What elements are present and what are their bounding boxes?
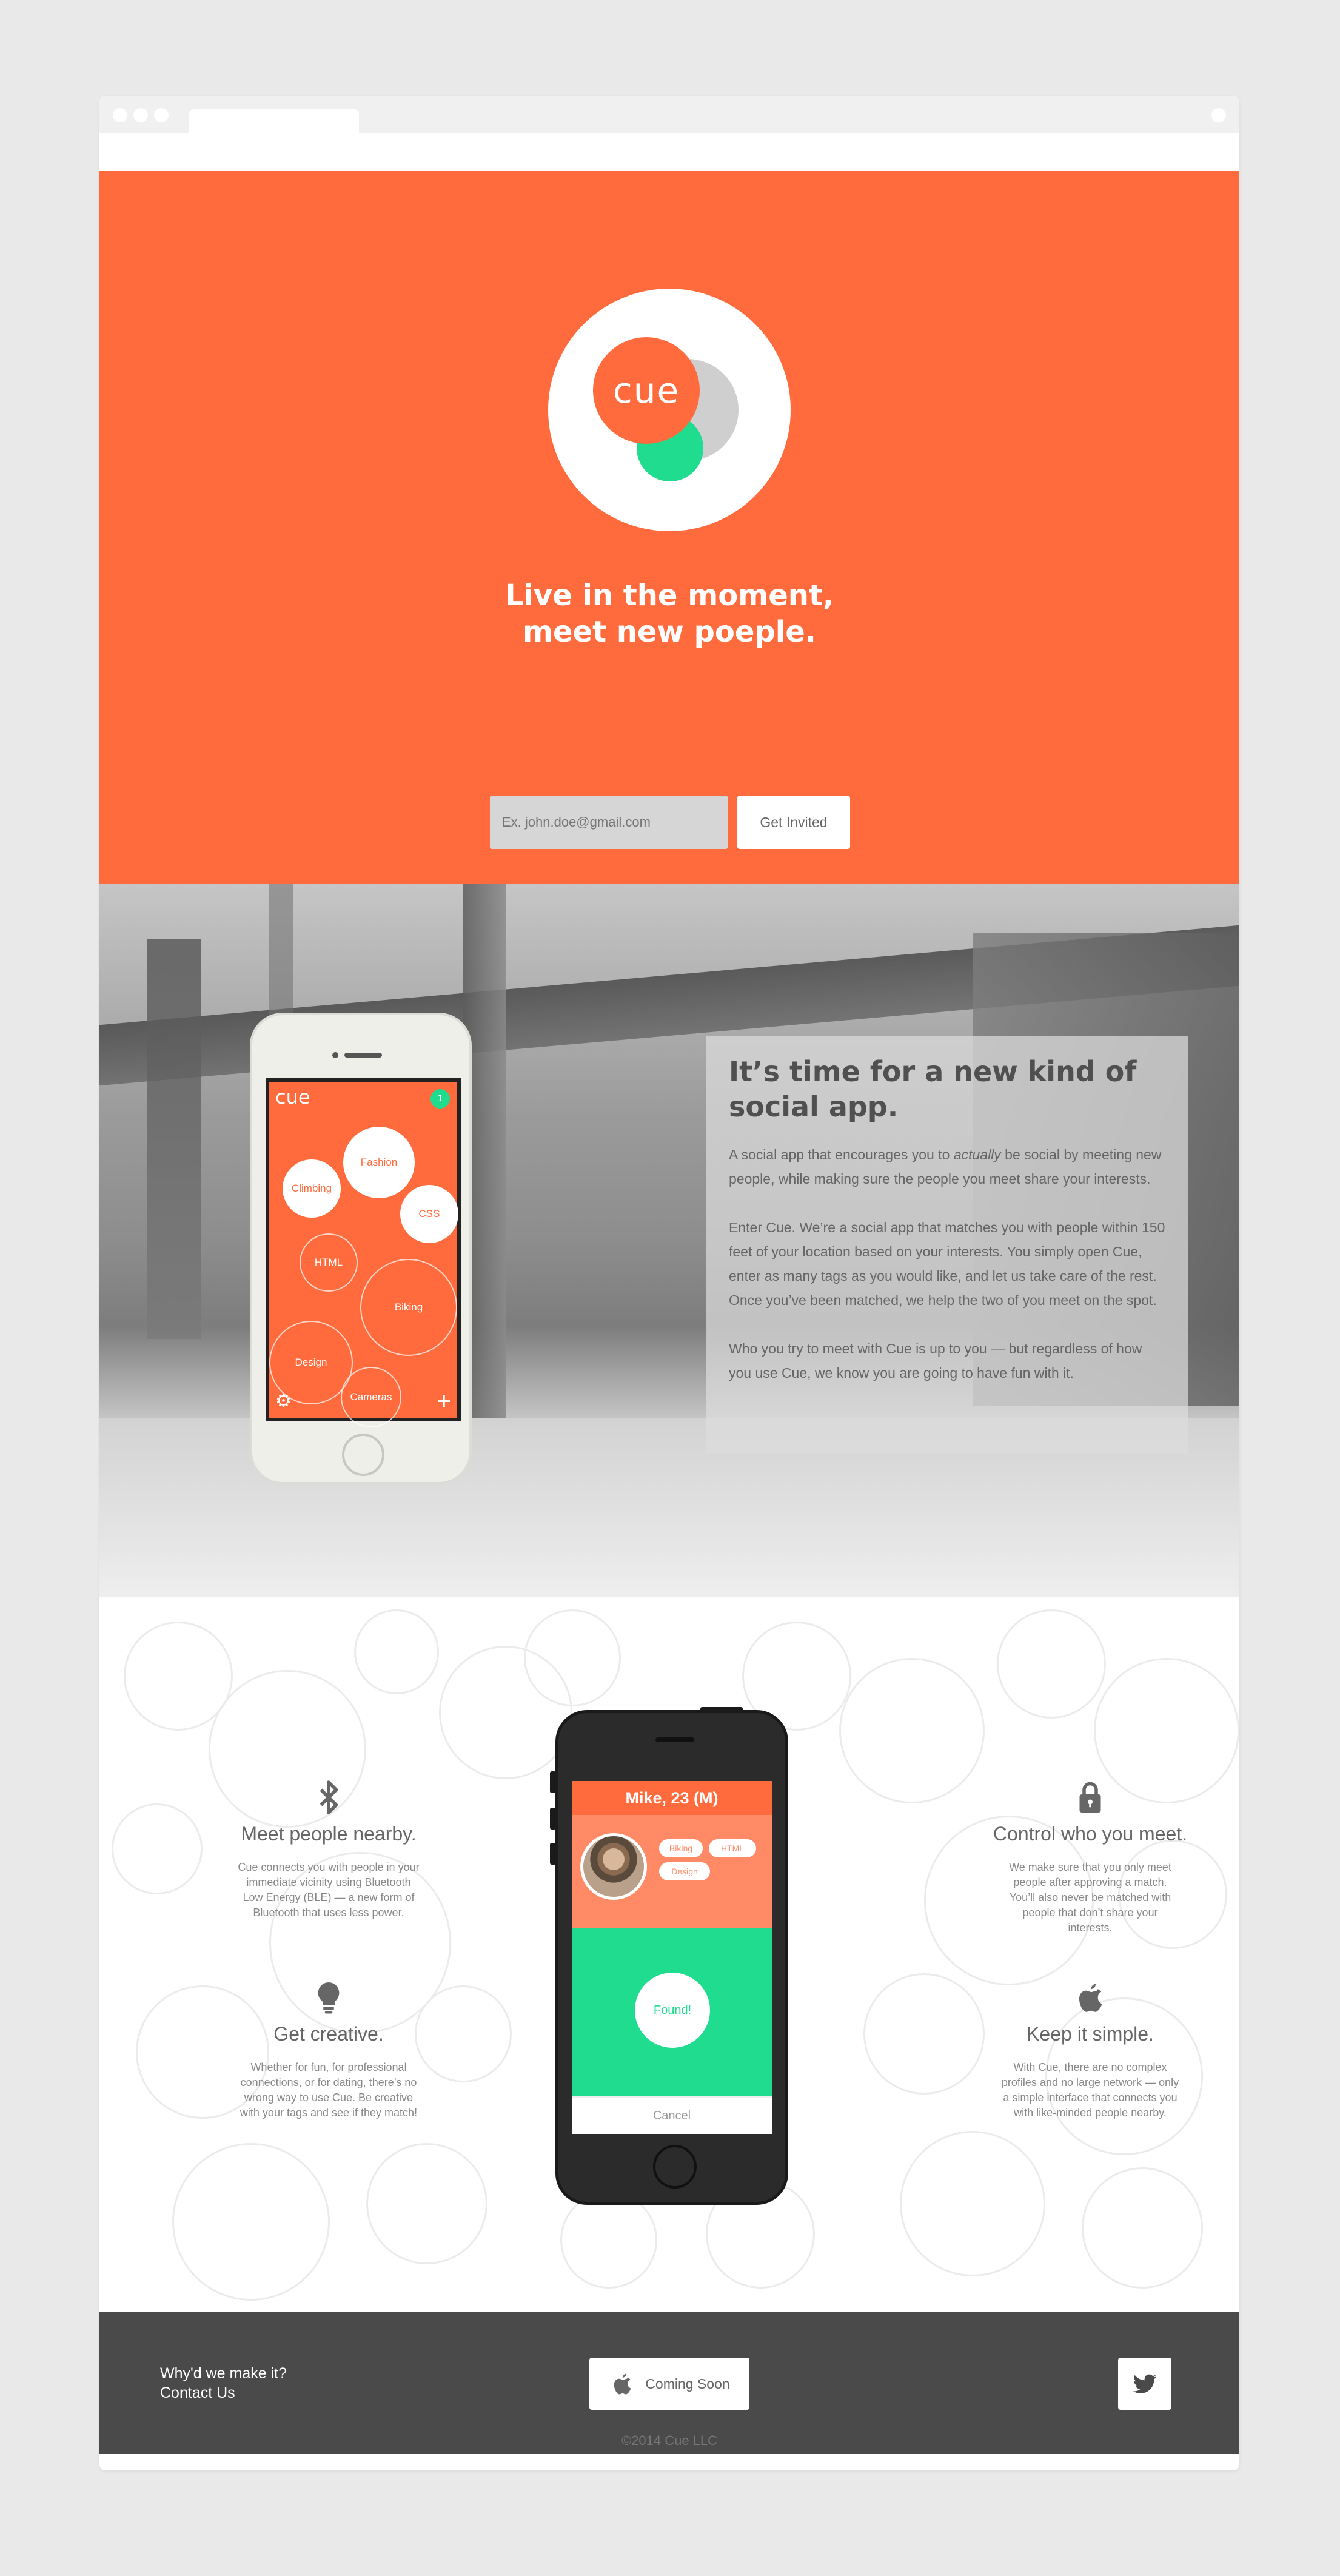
- coming-soon-label: Coming Soon: [645, 2375, 730, 2392]
- twitter-icon: [1133, 2374, 1157, 2393]
- feature-title: Control who you meet.: [993, 1823, 1188, 1845]
- about-paragraph-3: Who you try to meet with Cue is up to yo…: [729, 1341, 1142, 1381]
- avatar: [580, 1833, 647, 1900]
- phone-mockup-match: Mike, 23 (M) Biking HTML Design Found! C…: [550, 1707, 788, 2205]
- phone-side-button: [550, 1808, 556, 1830]
- app-match-screen: Mike, 23 (M) Biking HTML Design Found! C…: [572, 1781, 772, 2134]
- phone-side-button: [550, 1843, 556, 1865]
- feature-simple: Keep it simple. With Cue, there are no c…: [969, 1979, 1211, 2121]
- background-circle: [863, 1973, 985, 2095]
- app-logo: cue: [275, 1085, 310, 1109]
- about-p1-start: A social app that encourages you to: [729, 1147, 954, 1162]
- email-input[interactable]: [490, 796, 728, 849]
- tag-bubble[interactable]: Biking: [360, 1259, 457, 1356]
- address-bar[interactable]: [99, 133, 1239, 171]
- coming-soon-button[interactable]: Coming Soon: [589, 2358, 749, 2410]
- phone-camera: [332, 1052, 338, 1058]
- feature-title: Keep it simple.: [1027, 2023, 1154, 2045]
- feature-creative: Get creative. Whether for fun, for profe…: [207, 1979, 450, 2121]
- match-found-panel: Found!: [572, 1928, 772, 2096]
- browser-menu-dot[interactable]: [1211, 108, 1226, 122]
- window-close-dot[interactable]: [113, 108, 127, 122]
- why-link[interactable]: Why'd we make it?: [160, 2364, 287, 2383]
- background-circle: [839, 1658, 985, 1803]
- background-circle: [366, 2143, 487, 2264]
- phone-speaker: [655, 1737, 694, 1742]
- background-circle: [1082, 2167, 1203, 2289]
- tag-bubble[interactable]: Cameras: [341, 1367, 401, 1427]
- cancel-button[interactable]: Cancel: [572, 2096, 772, 2134]
- background-circle: [172, 2143, 330, 2301]
- get-invited-button[interactable]: Get Invited: [737, 796, 850, 849]
- feature-text: Whether for fun, for professional connec…: [240, 2061, 418, 2119]
- feature-text: We make sure that you only meet people a…: [1009, 1861, 1171, 1934]
- about-paragraph-1: A social app that encourages you to actu…: [729, 1142, 1165, 1191]
- found-button[interactable]: Found!: [635, 1973, 710, 2048]
- footer-links: Why'd we make it? Contact Us: [160, 2364, 287, 2403]
- feature-text: Cue connects you with people in your imm…: [238, 1861, 420, 1919]
- apple-icon: [614, 2373, 631, 2395]
- about-heading: It’s time for a new kind of social app.: [729, 1054, 1165, 1124]
- tag-bubble[interactable]: CSS: [400, 1185, 458, 1243]
- hero-title-line1: Live in the moment,: [504, 579, 834, 612]
- phone-top-button: [700, 1707, 743, 1713]
- match-header: Mike, 23 (M): [572, 1781, 772, 1815]
- browser-toolbar: [99, 96, 1239, 133]
- bluetooth-icon: [320, 1780, 338, 1814]
- cue-logo: cue: [548, 289, 791, 531]
- phone-mockup-tags: cue 1 Fashion Climbing CSS HTML Biking D…: [250, 1013, 472, 1484]
- feature-title: Meet people nearby.: [241, 1823, 417, 1845]
- tag-bubble[interactable]: Climbing: [283, 1159, 341, 1218]
- twitter-button[interactable]: [1118, 2358, 1171, 2410]
- app-tags-screen: cue 1 Fashion Climbing CSS HTML Biking D…: [266, 1078, 461, 1427]
- lightbulb-icon: [318, 1982, 340, 2014]
- window-maximize-dot[interactable]: [154, 108, 169, 122]
- background-circle: [354, 1609, 439, 1694]
- contact-link[interactable]: Contact Us: [160, 2383, 287, 2403]
- match-tag: Design: [659, 1862, 710, 1880]
- phone-side-button: [550, 1771, 556, 1793]
- about-heading-line2: social app.: [729, 1090, 899, 1123]
- match-profile: Biking HTML Design: [572, 1815, 772, 1928]
- add-tag-plus-icon[interactable]: +: [437, 1388, 451, 1415]
- match-tag: HTML: [709, 1839, 756, 1857]
- hero-title-line2: meet new poeple.: [522, 615, 817, 649]
- lock-icon: [1079, 1782, 1101, 1813]
- background-circle: [524, 1609, 621, 1706]
- feature-meet-nearby: Meet people nearby. Cue connects you wit…: [207, 1779, 450, 1920]
- tag-bubble[interactable]: HTML: [300, 1233, 358, 1292]
- copyright: ©2014 Cue LLC: [621, 2433, 718, 2448]
- feature-control: Control who you meet. We make sure that …: [969, 1779, 1211, 1936]
- background-circle: [997, 1609, 1106, 1719]
- about-card: It’s time for a new kind of social app. …: [706, 1036, 1188, 1454]
- window-minimize-dot[interactable]: [133, 108, 148, 122]
- logo-text: cue: [612, 370, 680, 411]
- hero-section: cue Live in the moment, meet new poeple.…: [99, 171, 1239, 953]
- browser-tab[interactable]: [189, 109, 359, 133]
- about-p1-emphasis: actually: [953, 1147, 1001, 1162]
- tower-background: [147, 939, 201, 1339]
- phone-home-button: [653, 2145, 697, 2189]
- logo-orange-circle: cue: [593, 337, 700, 444]
- hero-title: Live in the moment, meet new poeple.: [99, 577, 1239, 650]
- phone-speaker: [344, 1053, 382, 1058]
- about-paragraph-2: Enter Cue. We’re a social app that match…: [729, 1219, 1165, 1308]
- background-circle: [560, 2192, 657, 2289]
- apple-icon: [1079, 1984, 1102, 2012]
- background-circle: [900, 2131, 1045, 2276]
- footer: Why'd we make it? Contact Us Coming Soon: [99, 2312, 1239, 2454]
- notification-badge[interactable]: 1: [430, 1089, 450, 1109]
- feature-text: With Cue, there are no complex profiles …: [1001, 2061, 1179, 2119]
- settings-gear-icon[interactable]: ⚙: [275, 1390, 292, 1412]
- background-circle: [112, 1803, 203, 1894]
- tag-bubble[interactable]: Fashion: [343, 1127, 415, 1198]
- phone-home-button: [342, 1434, 384, 1476]
- feature-title: Get creative.: [273, 2023, 384, 2045]
- match-tag: Biking: [659, 1839, 703, 1857]
- browser-window: cue Live in the moment, meet new poeple.…: [99, 96, 1239, 2470]
- about-heading-line1: It’s time for a new kind of: [729, 1055, 1137, 1088]
